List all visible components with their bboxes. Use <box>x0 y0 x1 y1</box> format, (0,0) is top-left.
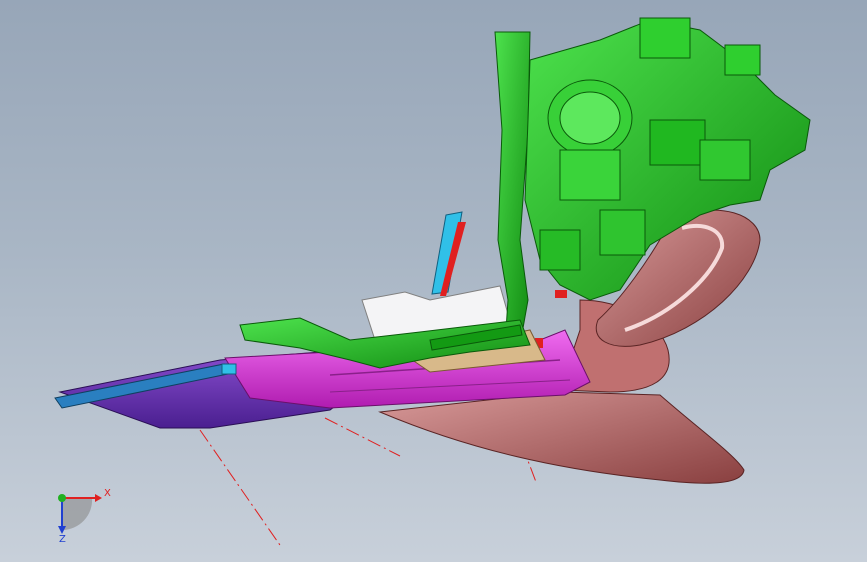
green-bracket-assembly[interactable] <box>239 17 811 369</box>
cad-3d-viewport[interactable] <box>0 0 867 562</box>
